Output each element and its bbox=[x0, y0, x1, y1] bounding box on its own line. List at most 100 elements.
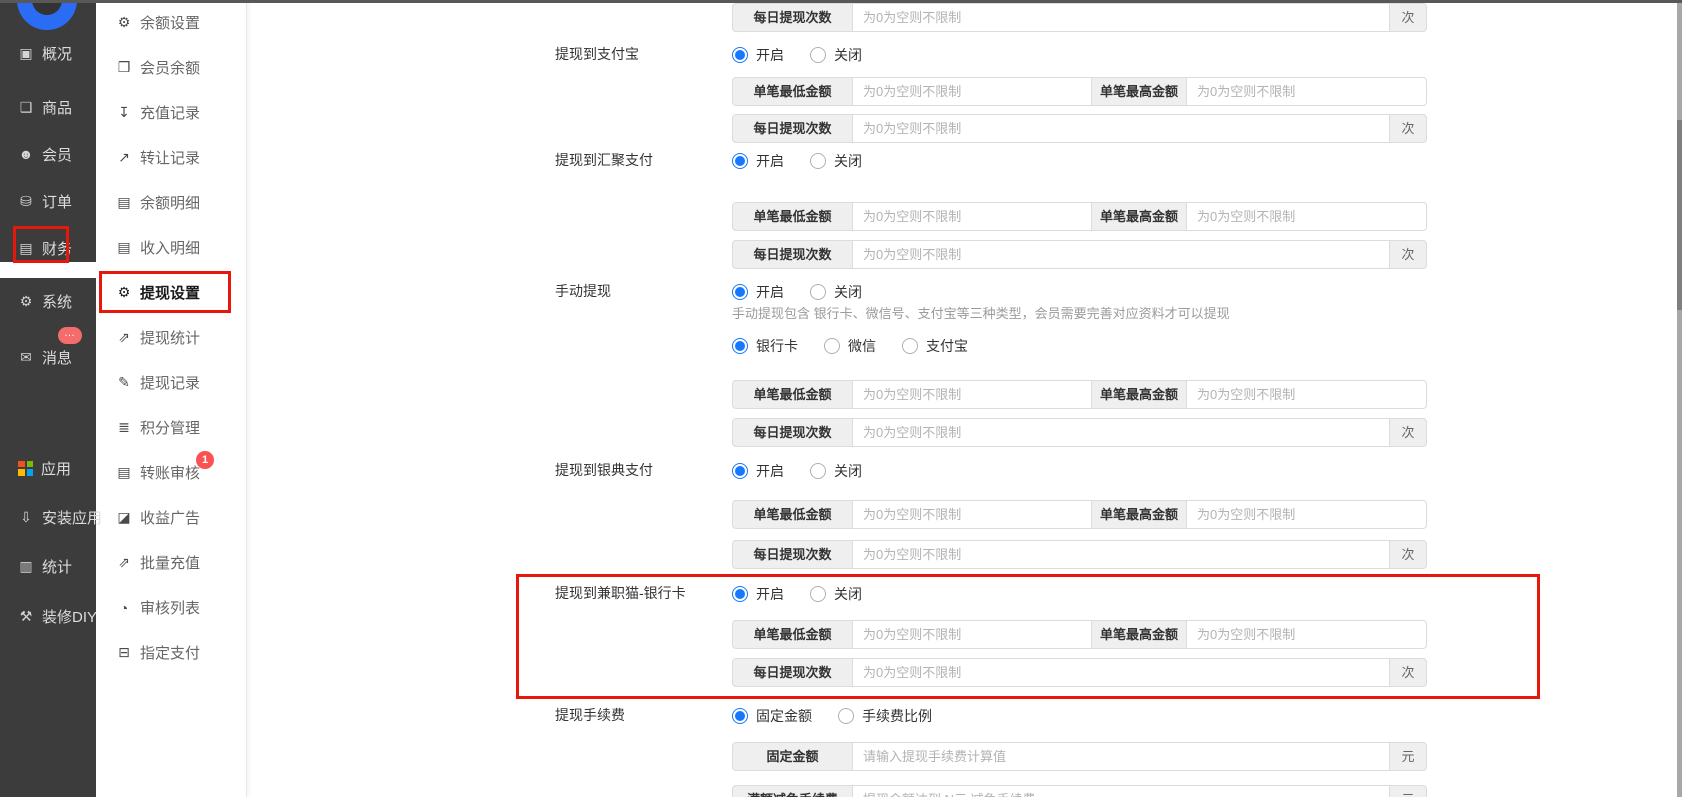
external-link-icon: ↗ bbox=[118, 149, 130, 165]
yindian-daily-count-group: 每日提现次数 次 bbox=[732, 540, 1427, 569]
label-withdraw-to-jianzhimao: 提现到兼职猫-银行卡 bbox=[555, 585, 686, 601]
fixed-fee-input[interactable] bbox=[852, 742, 1390, 771]
avatar[interactable] bbox=[17, 0, 77, 30]
submenu-item-label: 批量充值 bbox=[140, 555, 201, 572]
withdrawal-settings-form: 每日提现次数 次 提现到支付宝 开启 关闭 单笔最低金额 单笔最高金额 每日提现… bbox=[247, 0, 1677, 797]
sidebar-item-orders[interactable]: ⛁ 订单 bbox=[0, 188, 96, 214]
alipay-daily-count-input[interactable] bbox=[852, 114, 1390, 143]
image-icon: ◪ bbox=[117, 509, 131, 525]
submenu-item-label: 余额设置 bbox=[140, 15, 201, 32]
radio-label: 固定金额 bbox=[756, 708, 812, 724]
radio-label: 开启 bbox=[756, 586, 784, 602]
submenu-item-balance-settings[interactable]: ⚙ 余额设置 bbox=[96, 0, 246, 45]
sidebar-item-apps[interactable]: 应用 bbox=[0, 455, 96, 481]
scrollbar-thumb[interactable] bbox=[1677, 120, 1682, 310]
radio-dot bbox=[732, 338, 748, 354]
submenu-item-revenue-ads[interactable]: ◪ 收益广告 bbox=[96, 495, 246, 540]
manual-amount-group: 单笔最低金额 单笔最高金额 bbox=[732, 380, 1427, 409]
unit-yuan: 元 bbox=[1389, 742, 1427, 771]
radio-huiju-off[interactable]: 关闭 bbox=[810, 151, 862, 171]
radio-dot bbox=[732, 47, 748, 63]
submenu-item-review-list[interactable]: ◔ 审核列表 bbox=[96, 585, 246, 630]
radio-label: 微信 bbox=[848, 338, 876, 354]
radio-huiju-on[interactable]: 开启 bbox=[732, 151, 784, 171]
submenu-item-income-details[interactable]: ▤ 收入明细 bbox=[96, 225, 246, 270]
daily-withdraw-count-input[interactable] bbox=[852, 3, 1390, 32]
radio-type-wechat[interactable]: 微信 bbox=[824, 336, 876, 356]
yindian-min-amount-input[interactable] bbox=[852, 500, 1092, 529]
manual-max-amount-input[interactable] bbox=[1186, 380, 1427, 409]
sidebar-item-members[interactable]: ☻ 会员 bbox=[0, 141, 96, 167]
radio-manual-on[interactable]: 开启 bbox=[732, 282, 784, 302]
radio-fee-fixed[interactable]: 固定金额 bbox=[732, 706, 812, 726]
sidebar-item-system[interactable]: ⚙ 系统 bbox=[0, 288, 96, 314]
radio-type-alipay[interactable]: 支付宝 bbox=[902, 336, 968, 356]
submenu-item-member-balance[interactable]: ❒ 会员余额 bbox=[96, 45, 246, 90]
jianzhimao-min-amount-input[interactable] bbox=[852, 620, 1092, 649]
submenu-item-designated-payment[interactable]: ⊟ 指定支付 bbox=[96, 630, 246, 675]
sidebar-item-overview[interactable]: ▣ 概况 bbox=[0, 40, 96, 66]
submenu-item-label: 提现统计 bbox=[140, 330, 201, 347]
huiju-max-amount-input[interactable] bbox=[1186, 202, 1427, 231]
field-addon: 单笔最高金额 bbox=[1091, 500, 1187, 529]
radio-alipay-on[interactable]: 开启 bbox=[732, 45, 784, 65]
unit-times: 次 bbox=[1389, 240, 1427, 269]
sidebar-item-goods[interactable]: ❑ 商品 bbox=[0, 94, 96, 120]
jianzhimao-max-amount-input[interactable] bbox=[1186, 620, 1427, 649]
submenu-item-label: 转账审核 bbox=[140, 465, 201, 482]
label-withdraw-to-yindian: 提现到银典支付 bbox=[555, 462, 653, 478]
submenu-item-withdrawal-records[interactable]: ✎ 提现记录 bbox=[96, 360, 246, 405]
radio-dot bbox=[838, 708, 854, 724]
radio-alipay-off[interactable]: 关闭 bbox=[810, 45, 862, 65]
fixed-fee-group: 固定金额 元 bbox=[732, 742, 1427, 771]
sidebar-item-label: 商品 bbox=[42, 99, 73, 117]
submenu-item-withdrawal-settings[interactable]: ⚙ 提现设置 bbox=[96, 270, 246, 315]
radio-dot bbox=[732, 284, 748, 300]
radio-manual-off[interactable]: 关闭 bbox=[810, 282, 862, 302]
alipay-amount-group: 单笔最低金额 单笔最高金额 bbox=[732, 77, 1427, 106]
unit-times: 次 bbox=[1389, 658, 1427, 687]
field-addon: 固定金额 bbox=[732, 742, 853, 771]
submenu-item-balance-details[interactable]: ▤ 余额明细 bbox=[96, 180, 246, 225]
radio-jianzhimao-off[interactable]: 关闭 bbox=[810, 584, 862, 604]
radio-yindian-on[interactable]: 开启 bbox=[732, 461, 784, 481]
radio-label: 开启 bbox=[756, 47, 784, 63]
unit-times: 次 bbox=[1389, 3, 1427, 32]
manual-min-amount-input[interactable] bbox=[852, 380, 1092, 409]
sidebar-item-finance[interactable]: ▤ 财务 bbox=[0, 235, 96, 261]
jianzhimao-daily-count-input[interactable] bbox=[852, 658, 1390, 687]
document-icon: ▤ bbox=[117, 239, 131, 255]
sidebar-item-stats[interactable]: ▥ 统计 bbox=[0, 553, 96, 579]
sidebar-item-install-apps[interactable]: ⇩ 安装应用 bbox=[0, 504, 102, 530]
submenu-item-batch-recharge[interactable]: ⇗ 批量充值 bbox=[96, 540, 246, 585]
alipay-min-amount-input[interactable] bbox=[852, 77, 1092, 106]
sidebar-item-diy[interactable]: ⚒ 装修DIY bbox=[0, 603, 97, 629]
sidebar-item-messages[interactable]: ✉ 消息 bbox=[0, 344, 96, 370]
radio-dot bbox=[732, 586, 748, 602]
submenu-item-transfer-review[interactable]: ▤ 转账审核 1 bbox=[96, 450, 246, 495]
unit-times: 次 bbox=[1389, 114, 1427, 143]
fee-waiver-input[interactable] bbox=[852, 785, 1390, 797]
submenu-item-label: 收益广告 bbox=[140, 510, 201, 527]
submenu-item-withdrawal-stats[interactable]: ⇗ 提现统计 bbox=[96, 315, 246, 360]
submenu-item-points-management[interactable]: ≣ 积分管理 bbox=[96, 405, 246, 450]
document-icon: ▤ bbox=[117, 194, 131, 210]
yindian-daily-count-input[interactable] bbox=[852, 540, 1390, 569]
paint-roller-icon: ⚒ bbox=[19, 607, 33, 624]
vertical-scrollbar[interactable] bbox=[1677, 0, 1682, 797]
book-icon: ❒ bbox=[117, 59, 131, 75]
radio-jianzhimao-on[interactable]: 开启 bbox=[732, 584, 784, 604]
radio-yindian-off[interactable]: 关闭 bbox=[810, 461, 862, 481]
huiju-amount-group: 单笔最低金额 单笔最高金额 bbox=[732, 202, 1427, 231]
huiju-daily-count-input[interactable] bbox=[852, 240, 1390, 269]
sidebar-item-label: 消息 bbox=[42, 349, 73, 367]
radio-fee-ratio[interactable]: 手续费比例 bbox=[838, 706, 932, 726]
submenu-item-recharge-records[interactable]: ↧ 充值记录 bbox=[96, 90, 246, 135]
alipay-max-amount-input[interactable] bbox=[1186, 77, 1427, 106]
submenu-item-transfer-records[interactable]: ↗ 转让记录 bbox=[96, 135, 246, 180]
manual-daily-count-input[interactable] bbox=[852, 418, 1390, 447]
submenu-item-label: 转让记录 bbox=[140, 150, 201, 167]
radio-type-bank[interactable]: 银行卡 bbox=[732, 336, 798, 356]
yindian-max-amount-input[interactable] bbox=[1186, 500, 1427, 529]
huiju-min-amount-input[interactable] bbox=[852, 202, 1092, 231]
